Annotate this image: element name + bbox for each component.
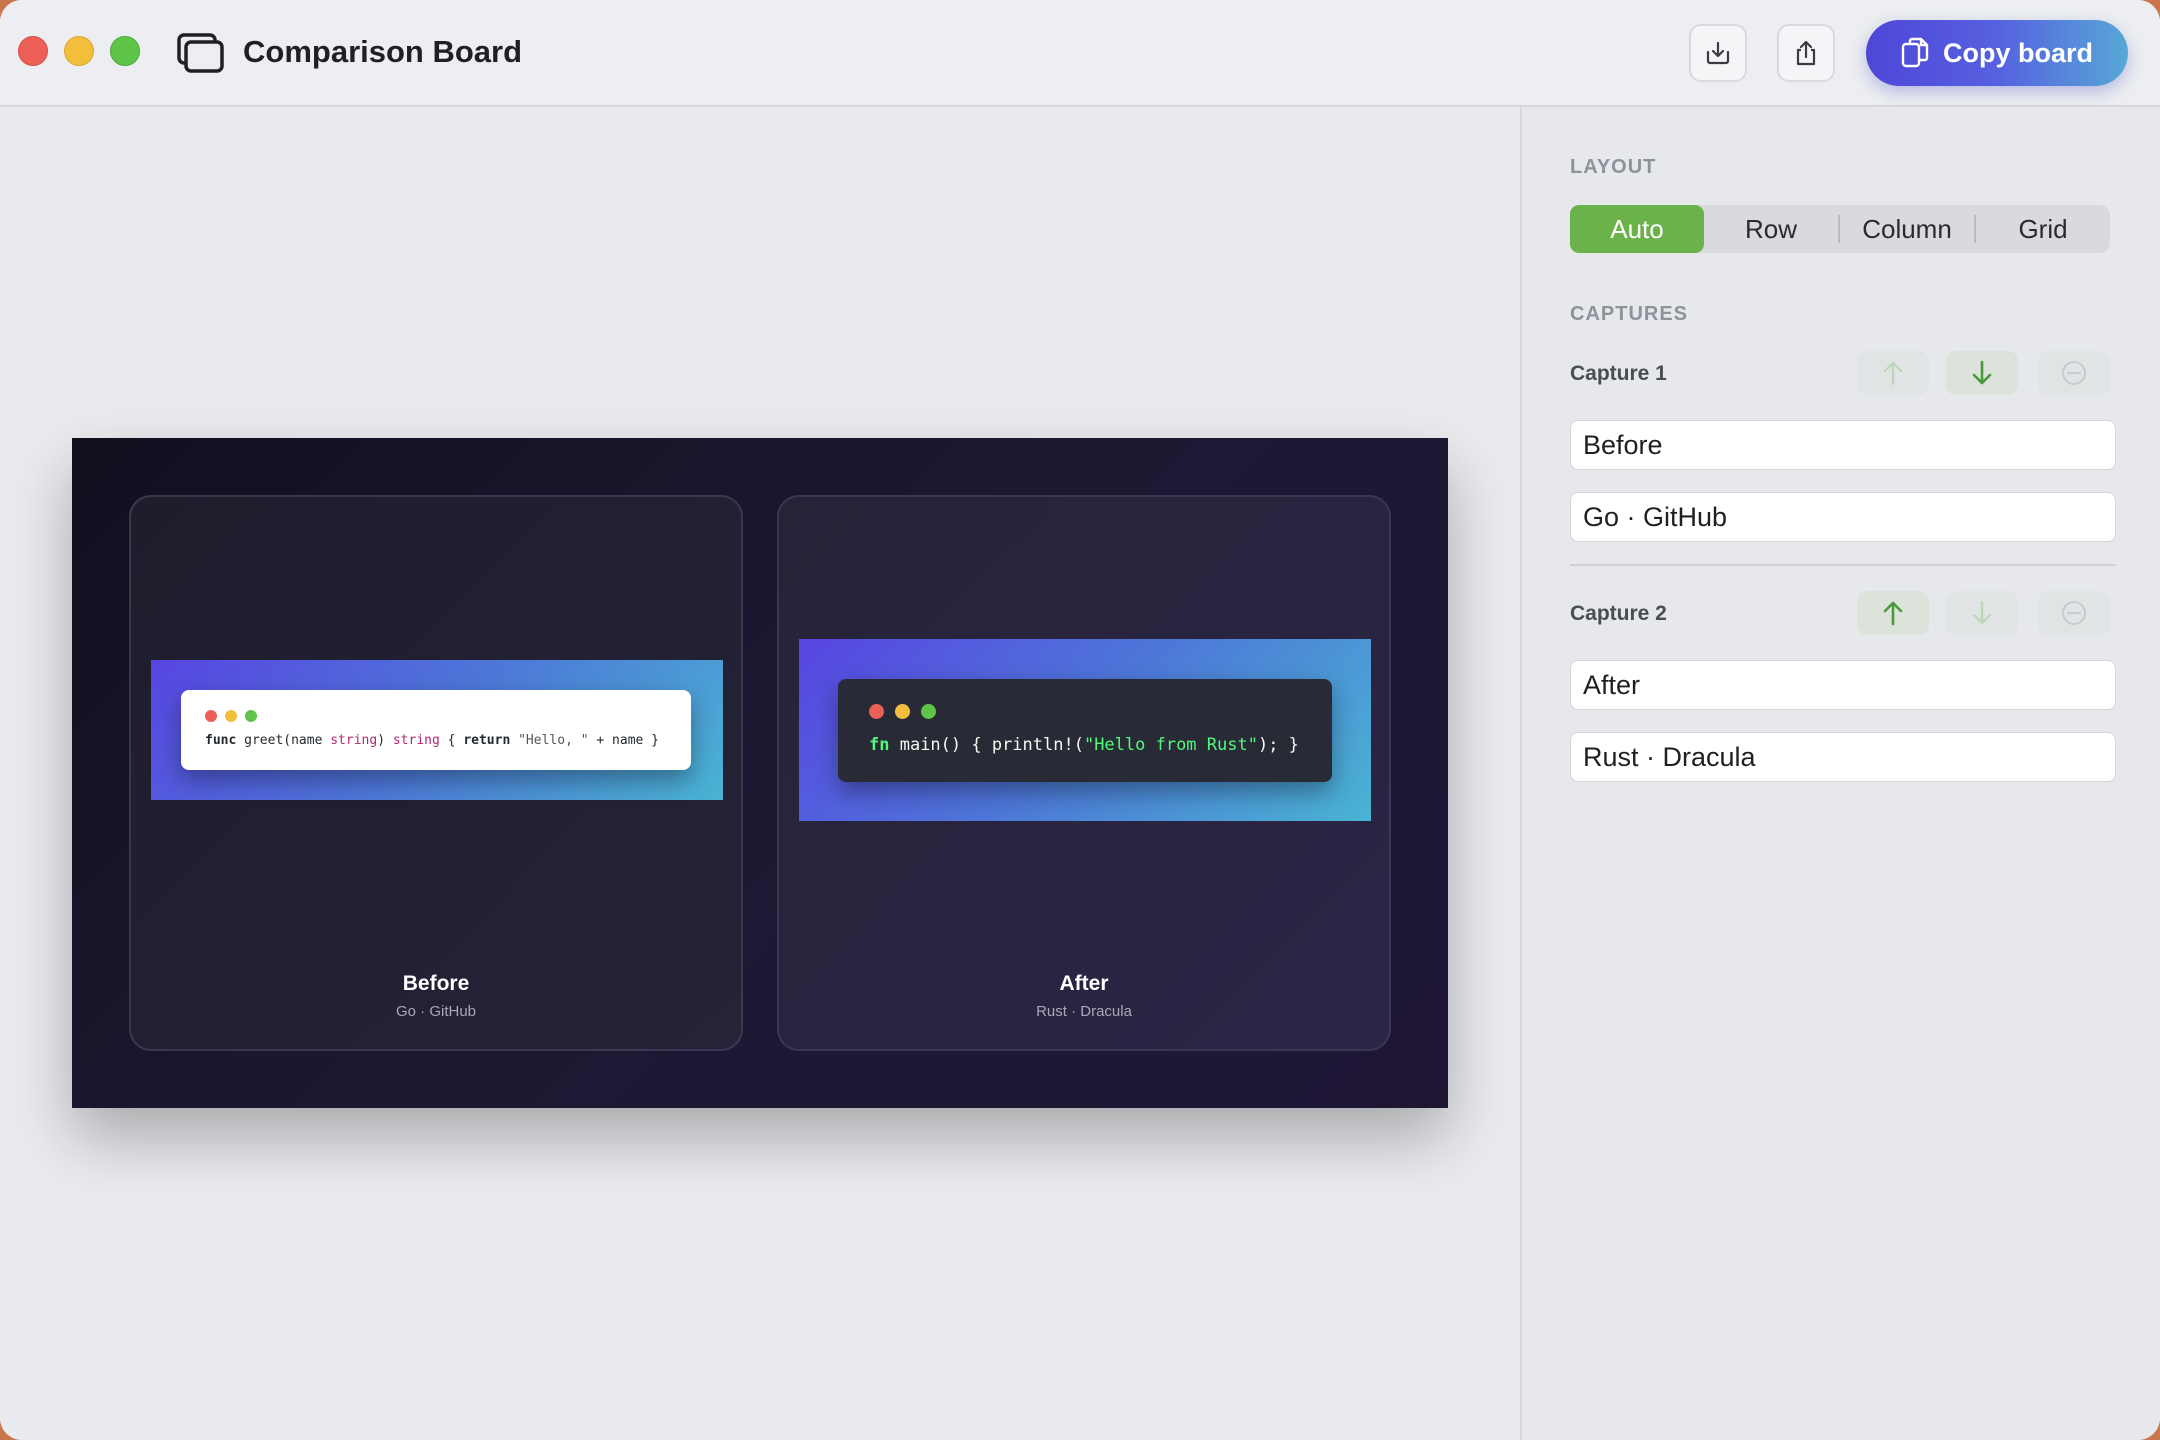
arrow-down-icon — [1972, 360, 1992, 385]
capture-1-move-up-button[interactable] — [1857, 351, 1929, 395]
red-dot-icon — [869, 704, 884, 719]
capture-2-move-up-button[interactable] — [1857, 591, 1929, 635]
close-window-button[interactable] — [18, 36, 48, 66]
captures-divider — [1570, 564, 2116, 566]
capture-2-title-field[interactable]: After — [1570, 660, 2116, 710]
capture-2-label: Capture 2 — [1570, 602, 1667, 625]
capture-1-move-down-button[interactable] — [1946, 351, 2018, 395]
captures-section-label: CAPTURES — [1570, 303, 1689, 325]
arrow-up-icon — [1883, 601, 1903, 626]
minimize-window-button[interactable] — [64, 36, 94, 66]
comparison-board: func greet(name string) string { return … — [72, 438, 1448, 1108]
code-window: fn main() { println!("Hello from Rust");… — [838, 679, 1332, 782]
card-title: Before — [402, 972, 470, 995]
code-line: fn main() { println!("Hello from Rust");… — [869, 735, 1299, 755]
layout-segmented-control: Auto Row Column Grid — [1570, 205, 2110, 253]
inspector-sidebar: LAYOUT Auto Row Column Grid CAPTURES Cap… — [1520, 107, 2160, 1440]
green-dot-icon — [921, 704, 936, 719]
layout-option-grid[interactable]: Grid — [1976, 205, 2110, 253]
copy-board-button[interactable]: Copy board — [1866, 20, 2128, 86]
documents-icon — [1901, 37, 1929, 68]
layout-option-column[interactable]: Column — [1840, 205, 1974, 253]
app-title: Comparison Board — [243, 34, 523, 69]
arrow-up-icon — [1883, 361, 1903, 386]
layout-option-auto[interactable]: Auto — [1570, 205, 1704, 253]
capture-screenshot: func greet(name string) string { return … — [151, 660, 723, 800]
title-bar: Comparison Board Copy board — [0, 0, 2160, 107]
capture-card-before[interactable]: func greet(name string) string { return … — [129, 495, 743, 1051]
red-dot-icon — [205, 710, 217, 722]
app-window: Comparison Board Copy board func greet(n… — [0, 0, 2160, 1440]
code-window: func greet(name string) string { return … — [181, 690, 691, 770]
card-subtitle: Go · GitHub — [395, 1003, 477, 1020]
layout-section-label: LAYOUT — [1570, 156, 1657, 178]
canvas-area: func greet(name string) string { return … — [0, 107, 1520, 1440]
layout-option-row[interactable]: Row — [1704, 205, 1838, 253]
card-subtitle: Rust · Dracula — [1036, 1003, 1132, 1020]
yellow-dot-icon — [225, 710, 237, 722]
window-dots — [869, 704, 936, 719]
arrow-down-icon — [1972, 600, 1992, 625]
code-line: func greet(name string) string { return … — [205, 733, 660, 748]
capture-1-remove-button[interactable] — [2038, 351, 2110, 395]
minus-circle-icon — [2062, 601, 2086, 625]
capture-1-title-field[interactable]: Before — [1570, 420, 2116, 470]
minus-circle-icon — [2062, 361, 2086, 385]
zoom-window-button[interactable] — [110, 36, 140, 66]
capture-screenshot: fn main() { println!("Hello from Rust");… — [799, 639, 1371, 821]
square-arrow-up-icon — [1796, 40, 1816, 66]
tray-arrow-down-icon — [1706, 41, 1730, 65]
copy-board-label: Copy board — [1942, 37, 2093, 68]
capture-2-remove-button[interactable] — [2038, 591, 2110, 635]
capture-card-after[interactable]: fn main() { println!("Hello from Rust");… — [777, 495, 1391, 1051]
stacked-windows-icon — [177, 33, 224, 73]
capture-2-subtitle-field[interactable]: Rust · Dracula — [1570, 732, 2116, 782]
yellow-dot-icon — [895, 704, 910, 719]
window-dots — [205, 710, 257, 722]
share-button[interactable] — [1777, 24, 1835, 82]
capture-1-subtitle-field[interactable]: Go · GitHub — [1570, 492, 2116, 542]
green-dot-icon — [245, 710, 257, 722]
capture-1-label: Capture 1 — [1570, 362, 1667, 385]
capture-2-move-down-button[interactable] — [1946, 591, 2018, 635]
card-title: After — [1059, 972, 1109, 995]
download-button[interactable] — [1689, 24, 1747, 82]
